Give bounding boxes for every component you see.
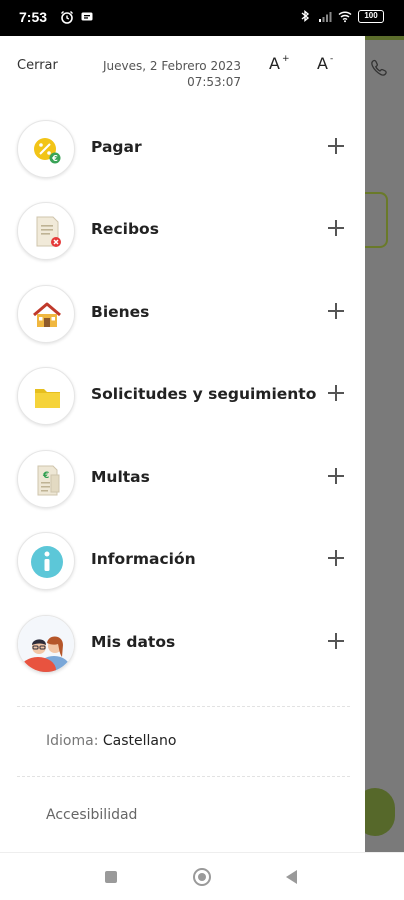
folder-icon bbox=[17, 367, 75, 425]
expand-plus-icon[interactable] bbox=[326, 548, 346, 568]
menu-item-mis-datos[interactable]: Mis datos bbox=[0, 605, 365, 685]
battery-icon: 100 bbox=[358, 9, 384, 23]
message-icon bbox=[81, 12, 93, 21]
menu-label-multas: Multas bbox=[91, 468, 150, 486]
increase-font-button[interactable]: A + bbox=[269, 54, 290, 73]
divider bbox=[17, 776, 350, 777]
date-text: Jueves, 2 Febrero 2023 bbox=[102, 59, 241, 73]
expand-plus-icon[interactable] bbox=[326, 631, 346, 651]
menu-item-solicitudes[interactable]: Solicitudes y seguimiento bbox=[0, 357, 365, 437]
time-text: 07:53:07 bbox=[187, 75, 241, 89]
system-navigation-bar bbox=[0, 852, 404, 900]
wifi-icon bbox=[338, 11, 352, 23]
increase-font-label: A bbox=[269, 54, 280, 73]
status-bar: 7:53 100 bbox=[0, 0, 404, 36]
divider bbox=[17, 706, 350, 707]
home-circle-icon[interactable] bbox=[193, 868, 211, 886]
menu-label-recibos: Recibos bbox=[91, 220, 159, 238]
decrease-font-button[interactable]: A- bbox=[317, 54, 333, 73]
background-app-overlay[interactable] bbox=[365, 36, 404, 852]
phone-icon bbox=[371, 59, 387, 76]
minus-icon: - bbox=[329, 54, 334, 64]
background-app-header-bar bbox=[365, 36, 404, 40]
back-triangle-icon[interactable] bbox=[286, 870, 297, 884]
menu-item-recibos[interactable]: Recibos bbox=[0, 192, 365, 272]
date-time-display: Jueves, 2 Febrero 2023 07:53:07 bbox=[103, 58, 241, 90]
house-icon bbox=[17, 285, 75, 343]
expand-plus-icon[interactable] bbox=[326, 136, 346, 156]
expand-plus-icon[interactable] bbox=[326, 218, 346, 238]
menu-item-bienes[interactable]: Bienes bbox=[0, 275, 365, 355]
language-selector[interactable]: Idioma: Castellano bbox=[46, 733, 176, 749]
language-value: Castellano bbox=[102, 733, 177, 749]
navigation-drawer: Cerrar Jueves, 2 Febrero 2023 07:53:07 A… bbox=[0, 36, 365, 852]
decrease-font-label: A bbox=[317, 54, 328, 73]
signal-icon bbox=[319, 12, 332, 22]
language-label: Idioma: bbox=[46, 733, 99, 749]
bluetooth-icon bbox=[301, 10, 310, 22]
coin-percent-icon: € bbox=[17, 120, 75, 178]
svg-text:€: € bbox=[51, 154, 58, 163]
menu-item-pagar[interactable]: € Pagar bbox=[0, 110, 365, 190]
menu-item-multas[interactable]: € Multas bbox=[0, 440, 365, 520]
alarm-icon bbox=[61, 11, 73, 24]
plus-icon: + bbox=[281, 54, 290, 64]
expand-plus-icon[interactable] bbox=[326, 301, 346, 321]
accessibility-link[interactable]: Accesibilidad bbox=[46, 807, 137, 823]
status-time: 7:53 bbox=[19, 9, 48, 25]
recents-square-icon[interactable] bbox=[105, 871, 117, 883]
status-left-icons bbox=[60, 10, 94, 24]
receipt-icon bbox=[17, 202, 75, 260]
menu-label-pagar: Pagar bbox=[91, 138, 142, 156]
menu-label-mis-datos: Mis datos bbox=[91, 633, 176, 651]
info-icon bbox=[17, 532, 75, 590]
menu-label-solicitudes: Solicitudes y seguimiento bbox=[91, 385, 317, 403]
expand-plus-icon[interactable] bbox=[326, 466, 346, 486]
svg-text:€: € bbox=[42, 471, 49, 481]
close-button[interactable]: Cerrar bbox=[17, 58, 58, 73]
fine-document-icon: € bbox=[17, 450, 75, 508]
expand-plus-icon[interactable] bbox=[326, 383, 346, 403]
status-right-icons: 100 bbox=[298, 9, 384, 23]
menu-label-bienes: Bienes bbox=[91, 303, 150, 321]
people-icon bbox=[17, 615, 75, 673]
menu-item-informacion[interactable]: Información bbox=[0, 522, 365, 602]
menu-label-informacion: Información bbox=[91, 550, 196, 568]
